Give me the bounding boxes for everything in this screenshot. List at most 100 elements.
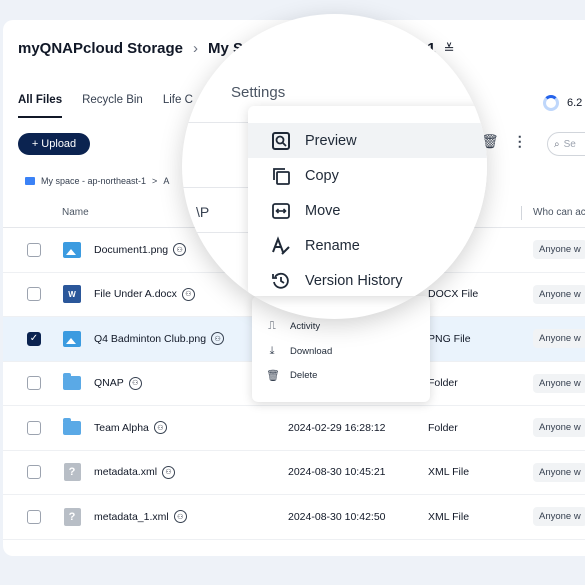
menu-item-label: Preview: [305, 132, 357, 149]
access-dropdown[interactable]: Anyone w: [533, 418, 585, 438]
access-dropdown[interactable]: Anyone w: [533, 507, 585, 527]
shared-users-icon: ⚇: [181, 287, 195, 301]
path-space[interactable]: My space - ap-northeast-1: [41, 176, 146, 186]
menu-item-label: Rename: [305, 237, 360, 254]
activity-icon: ⎍: [268, 320, 276, 332]
access-dropdown[interactable]: Anyone w: [533, 284, 585, 304]
row-checkbox[interactable]: [27, 287, 41, 302]
tab-all-files[interactable]: All Files: [18, 92, 63, 118]
unknown-file-icon: ?: [63, 507, 81, 526]
tab-bar: All Files Recycle Bin Life C: [18, 92, 213, 118]
menu-item-version-history[interactable]: Version History: [248, 263, 487, 298]
path-bar: My space - ap-northeast-1 > A: [25, 176, 169, 186]
row-checkbox[interactable]: [27, 509, 41, 524]
shared-users-icon: ⚇: [128, 376, 142, 390]
shared-users-icon: ⚇: [211, 332, 225, 346]
menu-item-activity[interactable]: ⎍ Activity: [266, 320, 320, 333]
access-dropdown[interactable]: Anyone w: [533, 373, 585, 393]
menu-item-copy[interactable]: Copy: [248, 158, 487, 193]
file-name-text: QNAP: [94, 377, 124, 390]
file-name-text: File Under A.docx: [94, 288, 177, 301]
file-name-text: Q4 Badminton Club.png: [94, 332, 207, 345]
modified-date: 2024-08-30 10:42:50: [288, 510, 386, 523]
history-icon: [270, 270, 292, 292]
preview-icon: [270, 130, 292, 152]
shared-users-icon: ⚇: [153, 421, 167, 435]
folder-icon: [63, 373, 81, 392]
upload-button[interactable]: + Upload: [18, 133, 90, 155]
search-icon: ⌕: [554, 138, 560, 150]
menu-item-label: Move: [305, 202, 341, 219]
access-dropdown[interactable]: Anyone w: [533, 329, 585, 349]
download-icon: ⤓: [269, 345, 275, 357]
usage-ring-icon: [543, 95, 559, 111]
image-icon: [63, 241, 81, 259]
more-icon[interactable]: ⋮: [513, 133, 527, 150]
image-icon: [63, 330, 81, 348]
modified-date: 2024-02-29 16:28:12: [288, 421, 386, 434]
access-dropdown[interactable]: Anyone w: [533, 240, 585, 260]
path-separator: >: [152, 176, 158, 186]
magnified-context-menu: Preview Copy Move Rename Version History: [248, 106, 487, 296]
usage-value: 6.2: [567, 97, 583, 109]
search-placeholder: Se: [563, 138, 576, 150]
header-name[interactable]: Name: [62, 207, 89, 218]
file-name[interactable]: Team Alpha ⚇: [94, 421, 167, 435]
unknown-file-icon: ?: [63, 463, 81, 482]
file-type: Folder: [428, 377, 458, 390]
file-name[interactable]: File Under A.docx ⚇: [94, 287, 195, 301]
rename-icon: [270, 235, 292, 257]
search-input[interactable]: ⌕ Se: [547, 132, 585, 156]
underlying-text: \P: [196, 204, 210, 220]
chevron-right-icon: ›: [193, 40, 199, 57]
access-dropdown[interactable]: Anyone w: [533, 462, 585, 482]
file-name-text: Document1.png: [94, 243, 169, 256]
menu-item-label: Activity: [290, 321, 321, 332]
table-row[interactable]: ? metadata_1.xml ⚇ 2024-08-30 10:42:50 XML F…: [3, 495, 585, 540]
move-icon: [270, 200, 292, 222]
file-name[interactable]: Q4 Badminton Club.png ⚇: [94, 332, 225, 346]
menu-item-delete[interactable]: 🗑 Delete: [266, 369, 317, 382]
file-type: PNG File: [428, 332, 471, 345]
storage-usage: 6.2: [543, 95, 582, 111]
folder-icon: [63, 417, 81, 437]
shared-users-icon: ⚇: [162, 465, 176, 479]
row-checkbox[interactable]: [27, 465, 41, 480]
tab-lifecycle[interactable]: Life C: [163, 92, 193, 118]
file-name[interactable]: metadata.xml ⚇: [94, 465, 176, 479]
table-row[interactable]: ? metadata.xml ⚇ 2024-08-30 10:45:21 XML Fil…: [3, 451, 585, 495]
file-name[interactable]: QNAP ⚇: [94, 376, 142, 390]
row-checkbox[interactable]: ✓: [27, 331, 41, 346]
settings-title: Settings: [231, 84, 286, 101]
row-checkbox[interactable]: [27, 242, 41, 257]
header-who-can-access[interactable]: Who can ac: [533, 207, 585, 218]
word-icon: W: [63, 285, 81, 304]
modified-date: 2024-08-30 10:45:21: [288, 466, 386, 479]
file-name-text: Team Alpha: [94, 421, 149, 434]
trash-icon: 🗑: [266, 370, 280, 382]
file-name-text: metadata.xml: [94, 466, 158, 479]
menu-item-label: Download: [290, 346, 333, 357]
menu-item-preview[interactable]: Preview: [248, 123, 487, 158]
row-checkbox[interactable]: [27, 376, 41, 391]
menu-item-download[interactable]: ⤓ Download: [266, 345, 333, 358]
menu-item-move[interactable]: Move: [248, 193, 487, 228]
file-name[interactable]: Document1.png ⚇: [94, 243, 187, 257]
file-name-text: metadata_1.xml: [94, 510, 169, 523]
copy-icon: [270, 165, 292, 187]
shared-users-icon: ⚇: [173, 243, 187, 257]
menu-item-label: Version History: [305, 272, 403, 289]
file-name[interactable]: metadata_1.xml ⚇: [94, 510, 187, 524]
menu-item-label: Copy: [305, 167, 339, 184]
tab-recycle-bin[interactable]: Recycle Bin: [82, 92, 143, 118]
folder-icon: [25, 177, 35, 185]
table-row[interactable]: Team Alpha ⚇ 2024-02-29 16:28:12 Folder Anyo…: [3, 406, 585, 451]
menu-item-rename[interactable]: Rename: [248, 228, 487, 263]
path-tail[interactable]: A: [163, 176, 169, 186]
breadcrumb-root[interactable]: myQNAPcloud Storage: [18, 40, 183, 57]
shared-users-icon: ⚇: [173, 510, 187, 524]
menu-item-label: Delete: [290, 370, 318, 381]
row-checkbox[interactable]: [27, 420, 41, 435]
file-type: XML File: [428, 466, 470, 479]
sort-icon[interactable]: ≚: [444, 41, 455, 57]
